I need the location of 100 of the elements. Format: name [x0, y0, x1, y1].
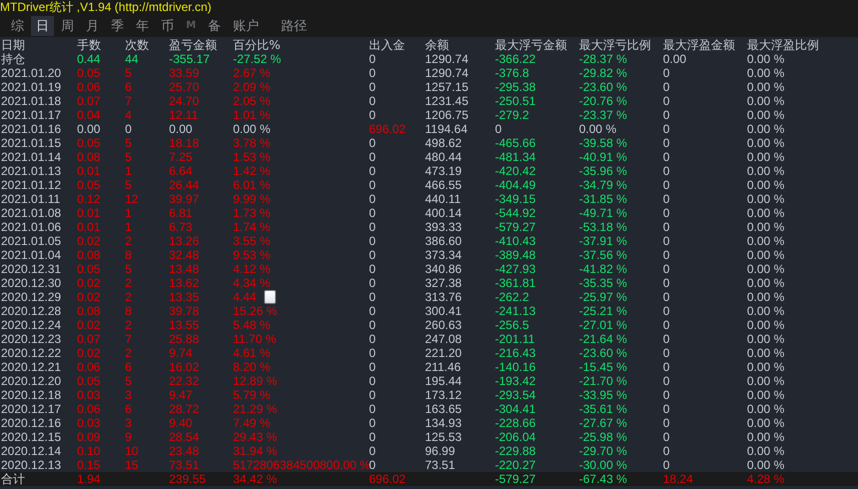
table-cell: 2021.01.15: [1, 136, 62, 150]
table-cell: 393.33: [425, 220, 462, 234]
table-cell: 18.18: [169, 136, 200, 150]
table-cell: 0: [369, 346, 376, 360]
table-cell: 2021.01.05: [1, 234, 62, 248]
table-cell: 0: [369, 108, 376, 122]
table-cell: -544.92: [495, 206, 536, 220]
table-cell: -20.76 %: [579, 94, 628, 108]
table-cell: 29.43 %: [233, 430, 278, 444]
table-cell: 2020.12.13: [1, 458, 62, 472]
table-cell: -34.79 %: [579, 178, 628, 192]
tab[interactable]: 年: [131, 16, 154, 36]
table-cell: 300.41: [425, 304, 462, 318]
table-cell: 0: [495, 122, 502, 136]
table-cell: 0.00: [169, 122, 192, 136]
tab[interactable]: 币: [156, 16, 179, 36]
tab[interactable]: 账户: [228, 16, 264, 36]
table-cell: 16.02: [169, 360, 200, 374]
table-cell: 0: [369, 276, 376, 290]
table-cell: 2020.12.30: [1, 276, 62, 290]
table-cell: 32.48: [169, 248, 200, 262]
table-cell: 0.00 %: [747, 178, 784, 192]
tab[interactable]: 周: [56, 16, 79, 36]
table-cell: 163.65: [425, 402, 462, 416]
table-cell: 0: [369, 150, 376, 164]
table-cell: 0.00 %: [747, 276, 784, 290]
table-cell: 9.47: [169, 388, 192, 402]
table-cell: 2020.12.29: [1, 290, 62, 304]
table-cell: 0.06: [77, 402, 100, 416]
table-cell: 28.54: [169, 430, 200, 444]
table-cell: -241.13: [495, 304, 536, 318]
column-header: 盈亏金额: [169, 38, 217, 52]
tab[interactable]: 路径: [276, 16, 312, 36]
table-cell: -250.51: [495, 94, 536, 108]
table-cell: -220.27: [495, 458, 536, 472]
tab[interactable]: 月: [81, 16, 104, 36]
table-cell: 0: [663, 80, 670, 94]
table-cell: 0.00 %: [747, 360, 784, 374]
table-cell: 0.05: [77, 262, 100, 276]
table-cell: 4.34 %: [233, 276, 270, 290]
table-cell: 0.10: [77, 444, 100, 458]
table-cell: -39.58 %: [579, 136, 628, 150]
table-cell: 386.60: [425, 234, 462, 248]
tab[interactable]: 备: [202, 16, 226, 36]
table-cell: -15.45 %: [579, 360, 628, 374]
table-cell: 2020.12.20: [1, 374, 62, 388]
table-cell: 4: [125, 108, 132, 122]
table-cell: 6: [125, 402, 132, 416]
table-cell: 0.07: [77, 94, 100, 108]
tab[interactable]: 综: [6, 16, 29, 36]
table-cell: 0.05: [77, 66, 100, 80]
table-cell: 0: [663, 402, 670, 416]
table-cell: -579.27: [495, 472, 536, 486]
table-cell: 0: [125, 122, 132, 136]
table-cell: -404.49: [495, 178, 536, 192]
tab[interactable]: 日: [31, 16, 54, 36]
column-header: 余额: [425, 38, 449, 52]
table-cell: 0.00 %: [747, 150, 784, 164]
table-cell: 73.51: [425, 458, 456, 472]
table-cell: -23.60 %: [579, 346, 628, 360]
table-cell: -140.16: [495, 360, 536, 374]
table-cell: 34.42 %: [233, 472, 278, 486]
table-cell: 2: [125, 290, 132, 304]
table-cell: 9: [125, 430, 132, 444]
table-cell: -31.85 %: [579, 192, 628, 206]
table-cell: 0: [369, 234, 376, 248]
table-cell: 2021.01.17: [1, 108, 62, 122]
table-cell: 0.00 %: [747, 430, 784, 444]
table-cell: 6.81: [169, 206, 192, 220]
table-cell: 0.00 %: [747, 248, 784, 262]
table-cell: 0: [369, 164, 376, 178]
table-cell: 0: [369, 66, 376, 80]
table-cell: 31.94 %: [233, 444, 278, 458]
table-cell: 3: [125, 416, 132, 430]
table-cell: 2020.12.15: [1, 430, 62, 444]
table-cell: 3.78 %: [233, 136, 270, 150]
table-cell: 327.38: [425, 276, 462, 290]
table-cell: 1.73 %: [233, 206, 270, 220]
table-cell: 0.00 %: [747, 304, 784, 318]
column-header: 百分比%: [233, 38, 280, 52]
table-cell: 33.59: [169, 66, 200, 80]
table-cell: 合计: [1, 472, 25, 486]
table-cell: 0.00 %: [747, 458, 784, 472]
tab[interactable]: 季: [106, 16, 129, 36]
table-cell: 0: [663, 304, 670, 318]
table-cell: 0: [663, 206, 670, 220]
table-cell: 0.00 %: [747, 108, 784, 122]
column-header: 最大浮盈金额: [663, 38, 735, 52]
window-title: MTDriver统计 ,V1.94 (http://mtdriver.cn): [0, 0, 212, 14]
table-cell: 696.02: [369, 472, 406, 486]
table-cell: 0: [663, 94, 670, 108]
table-cell: 8.20 %: [233, 360, 270, 374]
table-cell: 2: [125, 318, 132, 332]
table-cell: 7.49 %: [233, 416, 270, 430]
table-cell: 0.09: [77, 430, 100, 444]
table-cell: 0.01: [77, 206, 100, 220]
table-cell: -262.2: [495, 290, 530, 304]
table-cell: -37.91 %: [579, 234, 628, 248]
table-cell: 13.48: [169, 262, 200, 276]
table-cell: 0: [663, 360, 670, 374]
